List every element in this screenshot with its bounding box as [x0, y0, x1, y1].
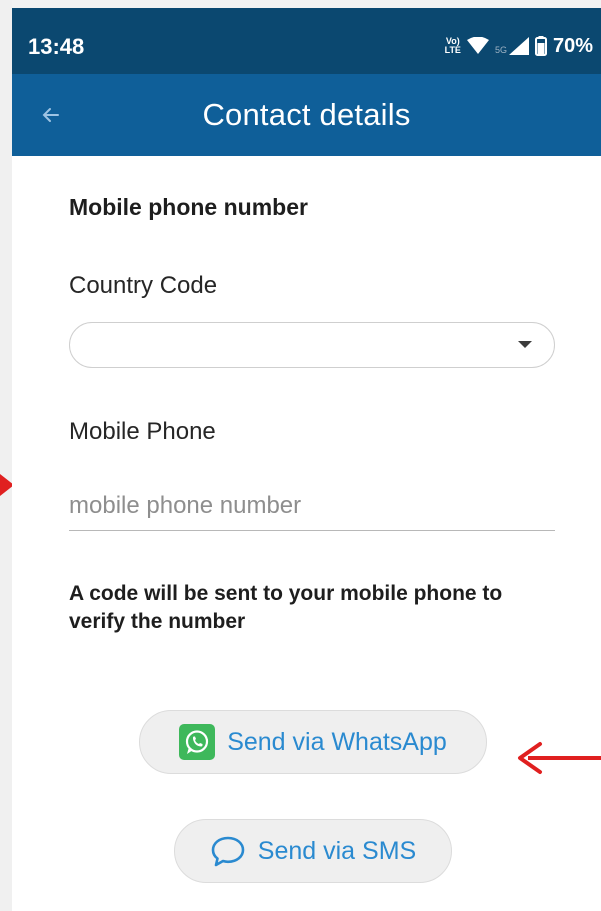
battery-icon [534, 36, 547, 56]
sms-button-label: Send via SMS [257, 836, 417, 865]
status-icons: Vo) LTE 5G 70% [445, 32, 593, 60]
contact-form: Mobile phone number Country Code Mobile … [12, 156, 601, 911]
caret-down-icon [518, 341, 532, 348]
country-code-select[interactable] [69, 322, 555, 368]
status-bar: 13:48 Vo) LTE 5G 70% [12, 8, 601, 74]
send-via-whatsapp-button[interactable]: Send via WhatsApp [139, 710, 487, 774]
app-bar: Contact details [12, 74, 601, 156]
verification-info-text: A code will be sent to your mobile phone… [69, 582, 503, 633]
status-time: 13:48 [28, 34, 85, 59]
whatsapp-icon [179, 724, 216, 760]
whatsapp-button-label: Send via WhatsApp [227, 727, 447, 756]
phone-screen: 13:48 Vo) LTE 5G 70% Contact details Mob… [12, 8, 601, 911]
battery-percentage: 70% [552, 34, 593, 57]
chat-bubble-icon [211, 836, 245, 867]
left-margin [0, 0, 12, 911]
signal-icon [508, 37, 529, 55]
network-type-label: 5G [494, 45, 507, 55]
mobile-phone-label: Mobile Phone [69, 418, 216, 445]
section-title: Mobile phone number [69, 194, 308, 220]
annotation-arrow-right [518, 742, 601, 774]
mobile-phone-input[interactable] [69, 482, 555, 531]
wifi-icon [466, 37, 489, 54]
send-via-sms-button[interactable]: Send via SMS [174, 819, 452, 883]
page-title: Contact details [202, 97, 411, 132]
country-code-label: Country Code [69, 272, 218, 299]
volte-icon: Vo) LTE [444, 36, 461, 55]
